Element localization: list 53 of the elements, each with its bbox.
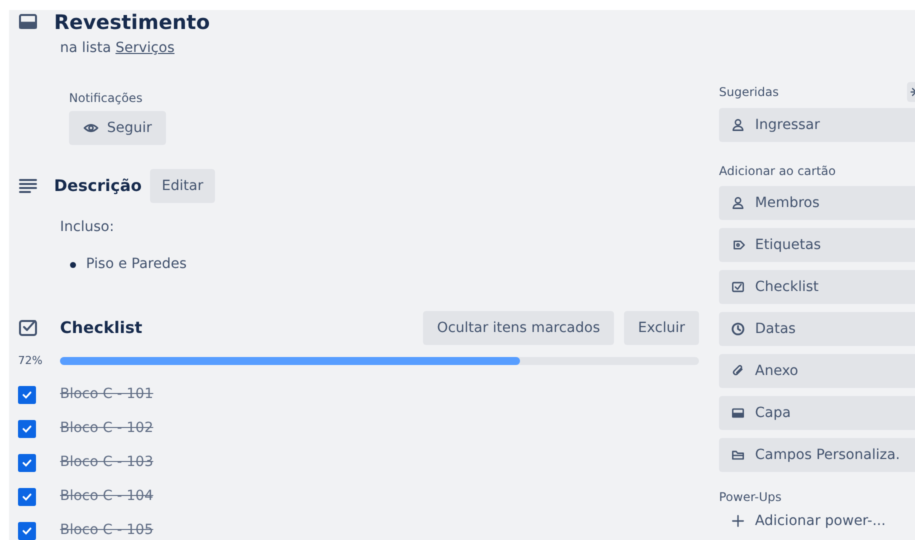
check-icon [21, 524, 33, 536]
checklist-item[interactable]: Bloco C - 101 [60, 384, 154, 405]
checklist-item[interactable]: Bloco C - 102 [60, 418, 154, 439]
sidebar-button[interactable]: Campos Personaliza. [719, 438, 915, 472]
paperclip-icon [731, 364, 745, 378]
section-title: Checklist [60, 317, 144, 339]
sidebar-button[interactable]: Capa [719, 396, 915, 430]
list-link[interactable]: Serviços [116, 40, 174, 56]
sidebar-button[interactable]: Anexo [719, 354, 915, 388]
follow-button[interactable]: Seguir [69, 111, 166, 145]
bullet-icon [70, 262, 76, 268]
edit-button[interactable]: Editar [150, 169, 216, 203]
folder-icon [731, 448, 745, 462]
tag-icon [731, 238, 745, 252]
checklist-item[interactable]: Bloco C - 104 [60, 486, 154, 507]
add-power-up-button[interactable]: Adicionar power-... [719, 508, 915, 534]
progress-percent: 72% [18, 353, 44, 369]
sidebar-button[interactable]: Membros [719, 186, 915, 220]
section-label: Power-Ups [719, 489, 782, 506]
section-label: Sugeridas [719, 84, 779, 101]
section-title: Descrição [54, 175, 142, 197]
description-icon [18, 176, 38, 196]
check-icon [21, 456, 33, 468]
clock-icon [731, 322, 745, 336]
card-icon [18, 12, 38, 32]
delete-button[interactable]: Excluir [624, 311, 699, 345]
section-label: Notificações [69, 90, 144, 107]
person-icon [731, 118, 745, 132]
checkbox[interactable] [18, 420, 36, 438]
check-icon [21, 388, 33, 400]
sidebar-button[interactable]: Ingressar [719, 108, 915, 142]
sidebar-button[interactable]: Checklist [719, 270, 915, 304]
checklist-item[interactable]: Bloco C - 105 [60, 520, 154, 540]
bullet-text: Piso e Paredes [86, 255, 187, 274]
checkbox[interactable] [18, 454, 36, 472]
person-icon [731, 196, 745, 210]
sidebar-button[interactable]: Datas [719, 312, 915, 346]
plus-icon [731, 514, 745, 528]
checklist-icon [731, 280, 745, 294]
check-icon [21, 490, 33, 502]
checkbox[interactable] [18, 488, 36, 506]
checklist-icon [18, 318, 38, 338]
cover-icon [731, 406, 745, 420]
checkbox[interactable] [18, 522, 36, 540]
description-text: Incluso: [60, 218, 116, 237]
sidebar-button[interactable]: Etiquetas [719, 228, 915, 262]
checklist-item[interactable]: Bloco C - 103 [60, 452, 154, 473]
list-info: na lista Serviços [60, 39, 176, 58]
check-icon [21, 422, 33, 434]
section-label: Adicionar ao cartão [719, 163, 836, 180]
checkbox[interactable] [18, 386, 36, 404]
card-title: Revestimento [54, 10, 210, 34]
hide-checked-button[interactable]: Ocultar itens marcados [422, 311, 614, 345]
